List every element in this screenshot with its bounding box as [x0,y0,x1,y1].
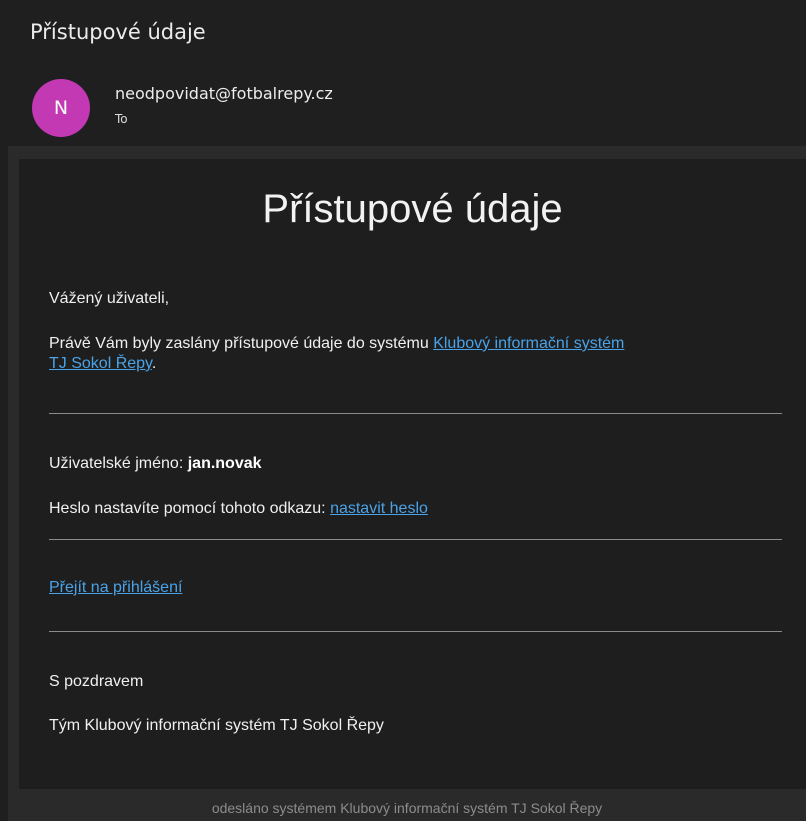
divider-2 [49,539,782,540]
greeting-text: Vážený uživateli, [49,290,170,307]
password-line: Heslo nastavíte pomocí tohoto odkazu: na… [49,499,428,519]
footer-note: odesláno systémem Klubový informační sys… [211,800,603,816]
system-link-part2[interactable]: TJ Sokol Řepy [49,355,152,372]
signature-text: Tým Klubový informační systém TJ Sokol Ř… [49,717,384,734]
username-value: jan.novak [187,455,262,472]
avatar-initial: N [53,97,69,119]
sender-address[interactable]: neodpovidat@fotbalrepy.cz [115,84,333,103]
intro-paragraph-line2: TJ Sokol Řepy. [49,354,156,374]
recipient-label[interactable]: To [115,112,128,126]
username-label: Uživatelské jméno: [49,455,188,472]
closing-text: S pozdravem [49,673,144,690]
username-line: Uživatelské jméno: jan.novak [49,454,262,474]
login-link[interactable]: Přejít na přihlášení [49,579,182,596]
email-title: Přístupové údaje [262,187,563,231]
password-label: Heslo nastavíte pomocí tohoto odkazu: [49,500,331,517]
message-subject: Přístupové údaje [30,20,206,44]
email-content-card [19,159,806,789]
intro-text: Právě Vám byly zaslány přístupové údaje … [49,335,434,352]
divider-3 [49,631,782,632]
divider-1 [49,413,782,414]
sender-avatar[interactable]: N [32,79,90,137]
set-password-link[interactable]: nastavit heslo [330,500,428,517]
system-link-part1[interactable]: Klubový informační systém [433,335,624,352]
intro-suffix: . [151,355,157,372]
intro-paragraph: Právě Vám byly zaslány přístupové údaje … [49,334,624,354]
email-reading-pane: Přístupové údaje N neodpovidat@fotbalrep… [0,0,806,821]
login-line: Přejít na přihlášení [49,578,182,598]
